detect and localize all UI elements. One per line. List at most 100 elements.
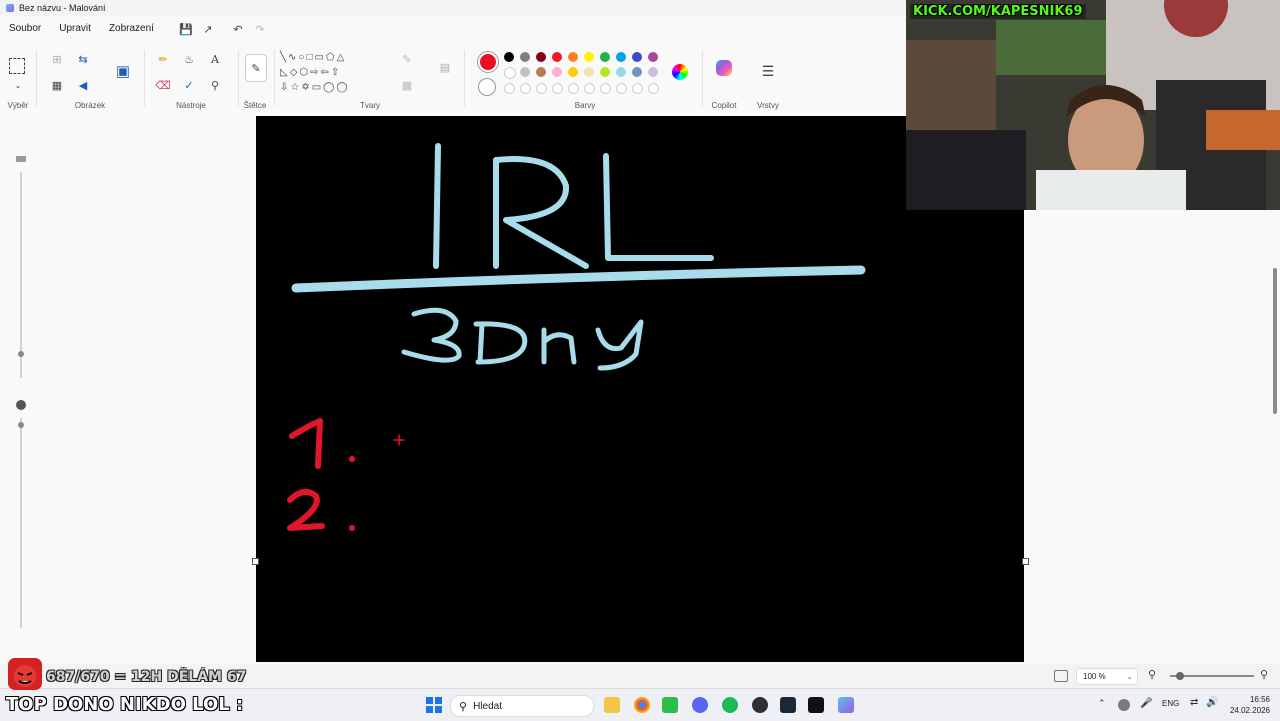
paint-taskbar-icon[interactable] [838,697,854,713]
chevron-down-icon[interactable]: ⌄ [9,76,27,94]
brush-icon[interactable]: ✎ [245,54,267,82]
color-swatch[interactable] [552,67,562,77]
colors-label: Barvy [574,101,596,110]
outline-icon[interactable]: ✎ [398,50,416,68]
size-slider-thumb[interactable] [18,351,24,357]
taskbar-search[interactable]: ⚲ Hledat [450,695,594,717]
color-swatch[interactable] [584,52,594,62]
microphone-icon[interactable]: 🎤 [1140,698,1152,709]
shapes-row-3-icon[interactable]: ⇩☆✡▭◯◯ [280,78,390,96]
image-select-icon[interactable]: ▦ [48,76,66,94]
copilot-group: Copilot [704,42,744,114]
search-icon: ⚲ [459,700,468,713]
color-swatch[interactable] [600,52,610,62]
color-swatch[interactable] [536,67,546,77]
zoom-slider-thumb[interactable] [1176,672,1184,680]
custom-color-slot[interactable] [584,83,595,94]
custom-color-slot[interactable] [552,83,563,94]
obs-icon[interactable] [752,697,768,713]
menu-file[interactable]: Soubor [0,18,50,40]
custom-color-slot[interactable] [568,83,579,94]
discord-icon[interactable] [692,697,708,713]
app-icon[interactable] [808,697,824,713]
copilot-icon[interactable] [716,60,732,76]
custom-color-slot[interactable] [520,83,531,94]
language-indicator[interactable]: ENG [1162,699,1179,708]
divider [238,50,239,106]
color-swatch[interactable] [584,67,594,77]
zoom-value: 100 % [1083,672,1106,681]
zoom-select[interactable]: 100 % ⌄ [1076,668,1138,685]
color-swatch[interactable] [600,67,610,77]
vertical-scrollbar[interactable] [1272,256,1278,656]
divider [274,50,275,106]
rotate-icon[interactable]: ◀ [74,76,92,94]
fill-icon[interactable]: ▩ [398,76,416,94]
resize-icon[interactable]: ⇆ [74,50,92,68]
custom-color-slot[interactable] [648,83,659,94]
zoom-in-icon[interactable]: ⚲ [1260,668,1268,681]
redo-icon[interactable]: ↷ [249,18,271,40]
custom-color-slot[interactable] [616,83,627,94]
file-explorer-icon[interactable] [604,697,620,713]
color-swatch[interactable] [616,52,626,62]
active-color-swatch[interactable] [478,52,498,72]
custom-color-slot[interactable] [600,83,611,94]
color-swatch[interactable] [648,52,658,62]
fit-to-window-icon[interactable] [1054,670,1068,682]
color-swatch[interactable] [568,67,578,77]
pencil-icon[interactable]: ✏ [154,50,172,68]
color-swatch[interactable] [648,67,658,77]
chevron-up-icon[interactable]: ⌃ [1098,698,1106,709]
color-swatch[interactable] [568,52,578,62]
background-removal-icon[interactable]: ▣ [114,62,132,80]
size-icon[interactable]: ▤ [436,58,454,76]
color-swatch[interactable] [632,52,642,62]
custom-color-slot[interactable] [536,83,547,94]
kick-app-icon[interactable] [662,697,678,713]
opacity-slider-track[interactable] [20,418,22,628]
color-swatch[interactable] [504,67,516,79]
color-swatch[interactable] [520,52,530,62]
fill-bucket-icon[interactable]: ♨ [180,50,198,68]
zoom-out-icon[interactable]: ⚲ [1148,668,1156,681]
color-picker-icon[interactable]: ✓ [180,76,198,94]
text-icon[interactable]: A [206,50,224,68]
layers-icon[interactable]: ☰ [759,62,777,80]
undo-icon[interactable]: ↶ [227,18,249,40]
clock[interactable]: 16:56 24.02.2026 [1230,694,1270,716]
select-rectangle-icon[interactable] [9,58,25,74]
opacity-slider-thumb[interactable] [18,422,24,428]
secondary-color-swatch[interactable] [478,78,496,96]
scrollbar-thumb[interactable] [1273,268,1277,414]
color-swatch[interactable] [552,52,562,62]
color-swatch[interactable] [616,67,626,77]
resize-handle[interactable] [1022,558,1029,565]
eraser-icon[interactable]: ⌫ [154,76,172,94]
color-swatch[interactable] [504,52,514,62]
divider [36,50,37,106]
custom-color-slot[interactable] [504,83,515,94]
tray-icon[interactable] [1118,699,1130,711]
menu-view[interactable]: Zobrazení [100,18,163,40]
custom-color-slot[interactable] [632,83,643,94]
size-slider-track[interactable] [20,172,22,378]
color-swatch[interactable] [536,52,546,62]
menu-edit[interactable]: Upravit [50,18,100,40]
resize-handle[interactable] [252,558,259,565]
edit-colors-icon[interactable] [672,64,688,80]
colors-group: Barvy [470,42,700,114]
color-swatch[interactable] [520,67,530,77]
color-swatch[interactable] [632,67,642,77]
spotify-icon[interactable] [722,697,738,713]
magnifier-icon[interactable]: ⚲ [206,76,224,94]
brushes-label: Štětce [243,101,267,110]
windows-start-icon[interactable] [426,697,442,713]
crop-icon[interactable]: ⊞ [48,50,66,68]
steam-icon[interactable] [780,697,796,713]
save-icon[interactable]: 💾 [175,18,197,40]
network-icon[interactable]: ⇄ [1190,697,1198,708]
share-icon[interactable]: ↗ [197,18,219,40]
volume-icon[interactable]: 🔊 [1206,697,1218,708]
chrome-icon[interactable] [634,697,650,713]
